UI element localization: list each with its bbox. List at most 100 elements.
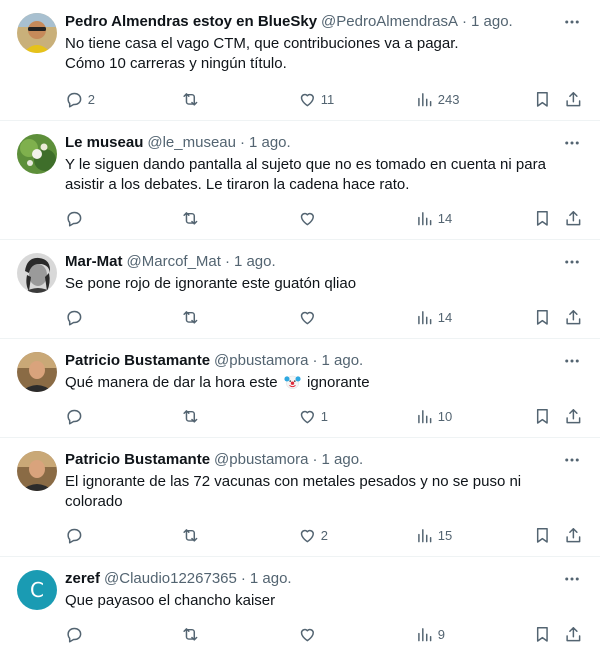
reply-icon — [67, 409, 82, 425]
display-name[interactable]: Pedro Almendras estoy en BlueSky — [65, 12, 317, 32]
tweet-text-end: ignorante — [306, 374, 370, 391]
share-button[interactable] — [564, 525, 583, 545]
more-options-icon[interactable] — [562, 133, 582, 153]
share-button[interactable] — [564, 307, 583, 327]
share-button[interactable] — [564, 89, 583, 109]
timestamp[interactable]: 1 ago. — [249, 133, 291, 153]
user-handle[interactable]: @Marcof_Mat — [127, 252, 221, 272]
tweet-header: Patricio Bustamante @pbustamora · 1 ago. — [65, 351, 584, 371]
timestamp[interactable]: 1 ago. — [322, 351, 364, 371]
retweet-button[interactable] — [181, 307, 204, 327]
user-handle[interactable]: @pbustamora — [214, 450, 308, 470]
view-count: 243 — [437, 91, 460, 107]
views-button[interactable]: 14 — [415, 307, 452, 327]
display-name[interactable]: Mar-Mat — [65, 252, 123, 272]
reply-button[interactable]: 2 — [65, 89, 95, 109]
action-bar: 14 — [0, 307, 600, 343]
like-button[interactable]: 1 — [298, 406, 328, 426]
bookmark-button[interactable] — [533, 525, 552, 545]
share-button[interactable] — [564, 406, 583, 426]
view-count: 10 — [437, 408, 453, 424]
reply-icon — [67, 310, 82, 326]
display-name[interactable]: Le museau — [65, 133, 143, 153]
avatar[interactable]: C — [17, 570, 57, 610]
like-button[interactable] — [298, 624, 321, 644]
timestamp[interactable]: 1 ago. — [250, 569, 292, 589]
display-name[interactable]: Patricio Bustamante — [65, 450, 210, 470]
user-handle[interactable]: @Claudio12267365 — [104, 569, 237, 589]
separator-dot: · — [312, 352, 318, 369]
more-options-icon[interactable] — [562, 12, 582, 32]
timestamp[interactable]: 1 ago. — [322, 450, 364, 470]
tweet-text: Qué manera de dar la hora este ignorante — [65, 373, 584, 393]
user-handle[interactable]: @le_museau — [147, 133, 236, 153]
analytics-icon — [418, 310, 432, 324]
user-handle[interactable]: @pbustamora — [214, 351, 308, 371]
tweet-header: Pedro Almendras estoy en BlueSky @PedroA… — [65, 12, 584, 32]
bookmark-button[interactable] — [533, 406, 552, 426]
reply-button[interactable] — [65, 624, 88, 644]
display-name[interactable]: Patricio Bustamante — [65, 351, 210, 371]
avatar[interactable] — [17, 451, 57, 491]
retweet-button[interactable] — [181, 208, 204, 228]
retweet-button[interactable] — [181, 525, 204, 545]
bookmark-button[interactable] — [533, 307, 552, 327]
bookmark-icon — [536, 91, 548, 107]
tweet[interactable]: Pedro Almendras estoy en BlueSky @PedroA… — [0, 0, 600, 121]
like-button[interactable] — [298, 307, 321, 327]
tweet[interactable]: Mar-Mat @Marcof_Mat · 1 ago. Se pone roj… — [0, 240, 600, 339]
share-button[interactable] — [564, 208, 583, 228]
retweet-button[interactable] — [181, 406, 204, 426]
reply-button[interactable] — [65, 307, 88, 327]
share-button[interactable] — [564, 624, 583, 644]
clown-face-emoji — [284, 375, 301, 389]
avatar[interactable] — [17, 13, 57, 53]
bookmark-button[interactable] — [533, 208, 552, 228]
views-button[interactable]: 10 — [415, 406, 452, 426]
user-handle[interactable]: @PedroAlmendrasA — [321, 12, 458, 32]
heart-icon — [300, 628, 314, 641]
avatar[interactable] — [17, 134, 57, 174]
tweet[interactable]: Patricio Bustamante @pbustamora · 1 ago.… — [0, 339, 600, 438]
bookmark-icon — [536, 309, 548, 325]
avatar[interactable] — [17, 352, 57, 392]
reply-button[interactable] — [65, 406, 88, 426]
more-options-icon[interactable] — [562, 569, 582, 589]
analytics-icon — [418, 211, 432, 225]
retweet-icon — [183, 310, 198, 324]
like-button[interactable] — [298, 208, 321, 228]
share-icon — [566, 626, 581, 641]
views-button[interactable]: 14 — [415, 208, 452, 228]
like-count: 2 — [320, 527, 328, 543]
like-button[interactable]: 11 — [298, 89, 334, 109]
avatar[interactable] — [17, 253, 57, 293]
separator-dot: · — [240, 570, 246, 587]
tweet[interactable]: Patricio Bustamante @pbustamora · 1 ago.… — [0, 438, 600, 557]
like-count: 11 — [320, 91, 335, 107]
bookmark-icon — [536, 210, 548, 226]
timestamp[interactable]: 1 ago. — [234, 252, 276, 272]
reply-button[interactable] — [65, 525, 88, 545]
action-bar: 14 — [0, 208, 600, 244]
views-button[interactable]: 9 — [415, 624, 445, 644]
retweet-button[interactable] — [181, 89, 204, 109]
like-button[interactable]: 2 — [298, 525, 328, 545]
more-options-icon[interactable] — [562, 450, 582, 470]
tweet[interactable]: Le museau @le_museau · 1 ago. Y le sigue… — [0, 121, 600, 240]
bookmark-button[interactable] — [533, 624, 552, 644]
heart-icon — [300, 410, 314, 423]
tweet[interactable]: C zeref @Claudio12267365 · 1 ago. Que pa… — [0, 557, 600, 657]
retweet-icon — [183, 409, 198, 423]
bookmark-button[interactable] — [533, 89, 552, 109]
tweet-text: No tiene casa el vago CTM, que contribuc… — [65, 34, 584, 74]
more-options-icon[interactable] — [562, 351, 582, 371]
views-button[interactable]: 243 — [415, 89, 459, 109]
analytics-icon — [418, 627, 432, 641]
more-options-icon[interactable] — [562, 252, 582, 272]
retweet-button[interactable] — [181, 624, 204, 644]
views-button[interactable]: 15 — [415, 525, 452, 545]
timestamp[interactable]: 1 ago. — [471, 12, 513, 32]
tweet-text-line: Que payasoo el chancho kaiser — [65, 592, 276, 609]
display-name[interactable]: zeref — [65, 569, 100, 589]
reply-button[interactable] — [65, 208, 88, 228]
